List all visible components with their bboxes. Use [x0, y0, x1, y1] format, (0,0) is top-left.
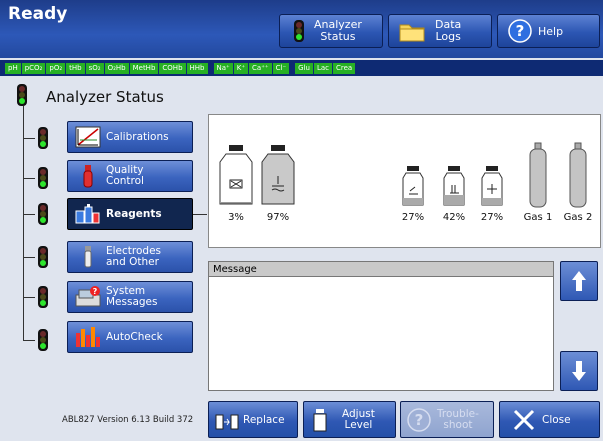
calibrations-status-light-icon — [38, 127, 48, 149]
calibration-graph-icon — [74, 125, 102, 149]
reagent-panel: 3% 97% 27% 42% 27% Gas 1 Gas 2 — [208, 114, 601, 248]
quality-control-button[interactable]: Quality Control — [67, 160, 193, 192]
ampoule-icon — [74, 164, 102, 188]
system-messages-button[interactable]: ? System Messages — [67, 281, 193, 313]
autocheck-button[interactable]: AutoCheck — [67, 321, 193, 353]
overall-status-light-icon — [17, 84, 27, 106]
calibrations-button[interactable]: Calibrations — [67, 121, 193, 153]
parameter-chip: HHb — [186, 62, 208, 74]
selection-connector — [193, 214, 207, 215]
parameter-chip: pCO₂ — [21, 62, 46, 74]
electrode-icon — [74, 245, 102, 269]
status-title: Ready — [8, 4, 68, 24]
rinse-bottle-icon — [260, 144, 296, 210]
parameter-chip: Ca⁺⁺ — [249, 62, 272, 74]
parameter-chip: COHb — [159, 62, 186, 74]
reagents-button[interactable]: Reagents — [67, 198, 193, 230]
replace-icon — [215, 414, 239, 429]
reagent-bottle-2-icon — [442, 165, 466, 211]
adjust-level-button[interactable]: Adjust Level — [303, 401, 396, 438]
parameter-chip: Cl⁻ — [272, 62, 290, 74]
parameter-chip: K⁺ — [233, 62, 249, 74]
parameter-chip: tHb — [66, 62, 85, 74]
arrow-down-icon — [572, 361, 586, 381]
help-circle-icon: ? — [407, 407, 431, 432]
svg-text:?: ? — [516, 22, 525, 40]
system-messages-icon: ? — [74, 285, 102, 309]
parameter-chip: Lac — [313, 62, 332, 74]
parameter-bar: pH pCO₂ pO₂ tHb sO₂ O₂Hb MetHb COHb HHb Na⁺ K⁺ Ca⁺⁺… — [0, 60, 603, 76]
scroll-up-button[interactable] — [560, 261, 598, 301]
gas-2-cylinder-icon — [568, 142, 588, 212]
data-logs-button[interactable]: Data Logs — [388, 14, 492, 48]
parameter-chip: MetHb — [129, 62, 159, 74]
reagent-bottle-3-icon — [480, 165, 504, 211]
analyzer-status-button[interactable]: Analyzer Status — [279, 14, 383, 48]
svg-text:?: ? — [415, 411, 424, 429]
parameter-chip: pH — [5, 62, 21, 74]
parameter-chip: Crea — [333, 62, 356, 74]
bottle-level-icon — [313, 408, 327, 431]
svg-text:?: ? — [93, 287, 98, 296]
reagents-status-light-icon — [38, 203, 48, 225]
reagent-bottle-1-icon — [401, 165, 425, 211]
close-icon — [513, 409, 535, 430]
electrodes-status-light-icon — [38, 246, 48, 268]
arrow-up-icon — [572, 271, 586, 291]
parameter-chip: O₂Hb — [104, 62, 129, 74]
parameter-chip: sO₂ — [85, 62, 104, 74]
troubleshoot-button[interactable]: ? Trouble-shoot — [400, 401, 494, 438]
panel-title: Analyzer Status — [46, 88, 164, 106]
system-messages-status-light-icon — [38, 286, 48, 308]
parameter-chip: Na⁺ — [213, 62, 233, 74]
waste-bottle-icon — [218, 144, 254, 210]
replace-button[interactable]: Replace — [208, 401, 298, 438]
traffic-light-icon — [294, 20, 304, 42]
autocheck-status-light-icon — [38, 329, 48, 351]
version-label: ABL827 Version 6.13 Build 372 — [62, 415, 194, 425]
quality-control-status-light-icon — [38, 167, 48, 189]
parameter-chip: Glu — [295, 62, 313, 74]
help-button[interactable]: ? Help — [497, 14, 600, 48]
message-header: Message — [209, 262, 553, 277]
title-bar: Ready Analyzer Status Data Logs ? Help — [0, 0, 603, 58]
parameter-chip: pO₂ — [46, 62, 66, 74]
folder-icon — [399, 24, 425, 42]
gas-1-cylinder-icon — [528, 142, 548, 212]
tree-line — [23, 106, 24, 341]
autocheck-icon — [74, 325, 102, 349]
electrodes-button[interactable]: Electrodes and Other — [67, 241, 193, 273]
message-panel[interactable]: Message — [208, 261, 554, 391]
scroll-down-button[interactable] — [560, 351, 598, 391]
help-icon: ? — [508, 19, 532, 43]
reagents-icon — [74, 202, 102, 226]
close-button[interactable]: Close — [499, 401, 600, 438]
